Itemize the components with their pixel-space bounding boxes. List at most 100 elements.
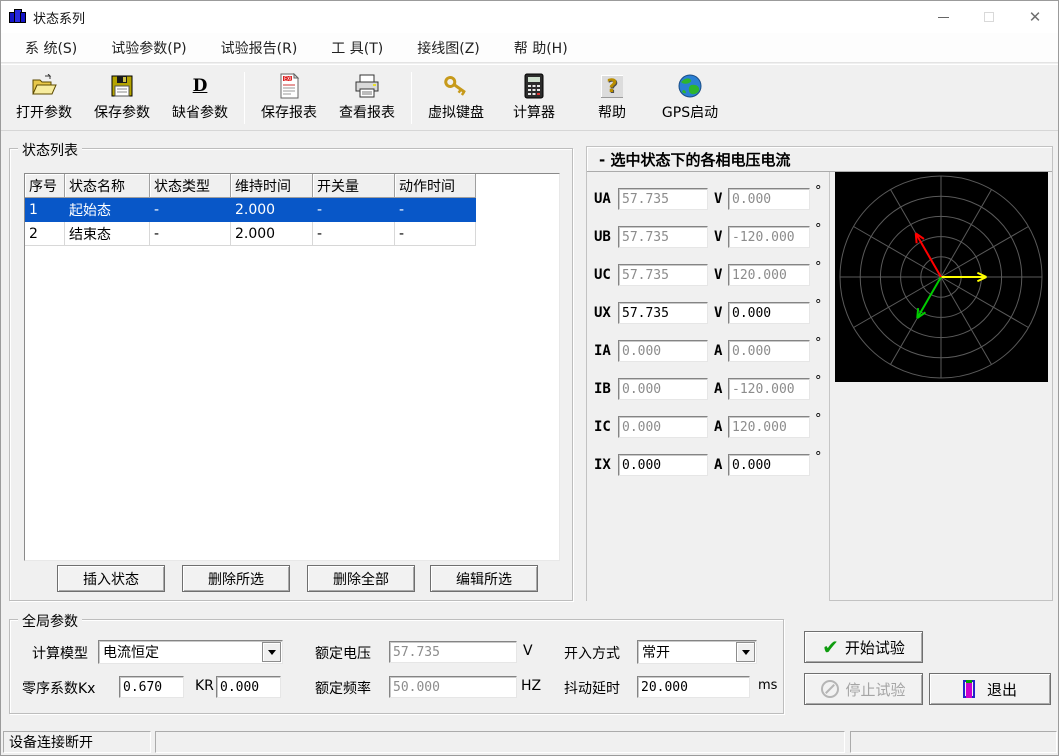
phase-unit-UX: V [714,305,722,321]
report-save-icon: EXL [277,72,301,100]
calc-model-label: 计算模型 [32,643,88,663]
col-action-time: 动作时间 [395,174,476,198]
minimize-button[interactable] [920,1,966,33]
rated-freq-label: 额定频率 [315,678,371,698]
rated-freq-unit: HZ [521,678,541,694]
state-list-group: 状态列表 序号 状态名称 状态类型 维持时间 开关量 动作时间 1 起始态 - … [9,148,573,601]
input-mode-select[interactable]: 常开 [637,640,757,664]
check-icon: ✔ [822,637,839,657]
phase-value-IX[interactable] [618,454,708,476]
jitter-unit: ms [758,678,777,693]
minimize-icon [938,17,949,18]
virtual-keyboard-button[interactable]: 虚拟键盘 [417,69,495,127]
menu-tools[interactable]: 工 具(T) [321,34,393,62]
state-table: 序号 状态名称 状态类型 维持时间 开关量 动作时间 1 起始态 - 2.000… [24,173,560,561]
degree-symbol: ° [815,374,822,389]
phase-angle-UC [728,264,810,286]
start-test-button[interactable]: ✔ 开始试验 [804,631,923,663]
degree-symbol: ° [815,184,822,199]
gps-start-button[interactable]: GPS启动 [651,69,729,127]
phase-value-UA [618,188,708,210]
status-message [155,731,845,753]
phase-label-UB: UB [594,229,611,245]
chevron-down-icon[interactable] [262,642,281,662]
chevron-down-icon[interactable] [736,642,755,662]
phase-unit-IA: A [714,343,722,359]
status-extra [850,731,1057,753]
stop-test-button: 停止试验 [804,673,923,705]
phase-unit-IX: A [714,457,722,473]
default-params-button[interactable]: D 缺省参数 [161,69,239,127]
phase-value-IC [618,416,708,438]
input-mode-label: 开入方式 [564,643,620,663]
phase-unit-IB: A [714,381,722,397]
phase-angle-UB [728,226,810,248]
maximize-button[interactable] [966,1,1012,33]
kr-field[interactable] [216,676,281,698]
col-switch: 开关量 [313,174,395,198]
phase-label-UC: UC [594,267,611,283]
status-connection: 设备连接断开 [3,731,151,753]
phase-angle-UX[interactable] [728,302,810,324]
globe-icon [677,72,703,100]
toolbar-separator [411,72,412,124]
help-button[interactable]: ? 帮助 [573,69,651,127]
col-hold-time: 维持时间 [231,174,313,198]
zero-seq-field[interactable] [119,676,184,698]
calc-model-select[interactable]: 电流恒定 [98,640,283,664]
table-row[interactable]: 2 结束态 - 2.000 - - [25,222,559,246]
phase-panel-title: - 选中状态下的各相电压电流 [587,147,1052,172]
phase-value-UX[interactable] [618,302,708,324]
menu-test-report[interactable]: 试验报告(R) [211,34,308,62]
view-report-button[interactable]: 查看报表 [328,69,406,127]
phase-angle-IX[interactable] [728,454,810,476]
table-row[interactable]: 1 起始态 - 2.000 - - [25,198,559,222]
phase-label-IC: IC [594,419,611,435]
table-header-row: 序号 状态名称 状态类型 维持时间 开关量 动作时间 [25,174,559,198]
phase-unit-UC: V [714,267,722,283]
window-title: 状态系列 [33,8,85,27]
jitter-field[interactable] [637,676,750,698]
save-params-button[interactable]: 保存参数 [83,69,161,127]
phase-value-IB [618,378,708,400]
degree-symbol: ° [815,260,822,275]
phase-value-UC [618,264,708,286]
rated-voltage-unit: V [523,643,533,659]
toolbar-separator [244,72,245,124]
status-bar: 设备连接断开 [1,728,1058,756]
menu-system[interactable]: 系 统(S) [15,34,87,62]
close-button[interactable]: ✕ [1012,1,1058,33]
phase-unit-UB: V [714,229,722,245]
open-params-button[interactable]: 打开参数 [5,69,83,127]
menu-wiring-diagram[interactable]: 接线图(Z) [407,34,490,62]
delete-all-button[interactable]: 删除全部 [307,565,415,592]
phase-value-IA [618,340,708,362]
col-state-type: 状态类型 [150,174,231,198]
state-list-title: 状态列表 [18,140,82,160]
degree-symbol: ° [815,412,822,427]
calculator-button[interactable]: 计算器 [495,69,573,127]
phase-fields-panel: UAV°UBV°UCV°UXV°IAA°IBA°ICA°IXA° [587,172,830,601]
help-icon: ? [601,75,622,97]
svg-text:EXL: EXL [284,76,293,82]
insert-state-button[interactable]: 插入状态 [57,565,165,592]
title-bar: 状态系列 ✕ [1,1,1058,33]
save-report-button[interactable]: EXL 保存报表 [250,69,328,127]
delete-selected-button[interactable]: 删除所选 [182,565,290,592]
edit-selected-button[interactable]: 编辑所选 [430,565,538,592]
open-folder-icon [31,72,57,100]
calculator-icon [524,72,544,100]
menu-help[interactable]: 帮 助(H) [504,34,578,62]
phasor-canvas [835,172,1048,382]
maximize-icon [984,12,994,22]
printer-icon [354,72,380,100]
phase-label-UX: UX [594,305,611,321]
phase-angle-IC [728,416,810,438]
rated-freq-field [389,676,517,698]
exit-button[interactable]: 退出 [929,673,1051,705]
phasor-diagram [835,172,1048,382]
exit-door-icon [963,680,979,698]
col-state-name: 状态名称 [65,174,150,198]
rated-voltage-field [389,641,517,663]
menu-test-params[interactable]: 试验参数(P) [101,34,196,62]
